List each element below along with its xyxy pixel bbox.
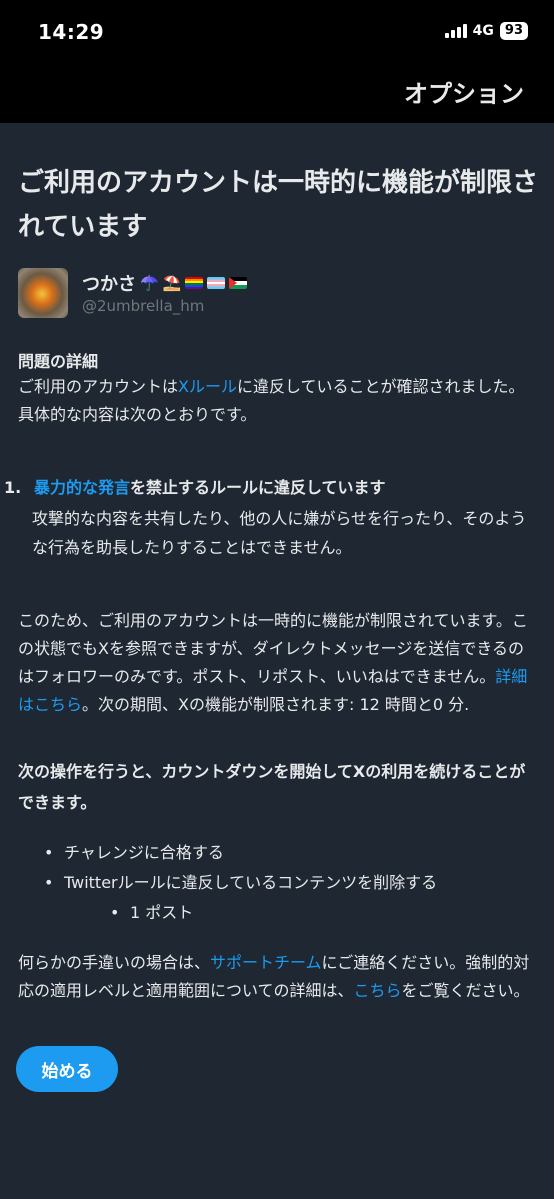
- violation-item: 1. 暴力的な発言を禁止するルールに違反しています 攻撃的な内容を共有したり、他…: [4, 476, 534, 562]
- user-handle: @2umbrella_hm: [82, 297, 205, 315]
- enforcement-info-link[interactable]: こちら: [354, 981, 402, 1000]
- user-card: つかさ ☂️ ⛱️ @2umbrella_hm: [18, 268, 248, 318]
- display-name: つかさ: [82, 274, 136, 295]
- page-title: ご利用のアカウントは一時的に機能が制限されています: [18, 168, 539, 242]
- violation-number: 1.: [4, 478, 22, 497]
- step-post-count: 1 ポスト: [18, 898, 538, 928]
- violation-title: を禁止するルールに違反しています: [130, 478, 386, 497]
- trans-flag-icon: [207, 277, 226, 289]
- network-type: 4G: [472, 23, 494, 39]
- violation-description: 攻撃的な内容を共有したり、他の人に嫌がらせを行ったり、そのような行為を助長したり…: [32, 509, 527, 557]
- violent-speech-link[interactable]: 暴力的な発言: [34, 478, 130, 497]
- action-heading: 次の操作を行うと、カウントダウンを開始してXの利用を続けることができます。: [18, 762, 526, 812]
- battery-icon: 93: [499, 22, 528, 40]
- step-delete-content: Twitterルールに違反しているコンテンツを削除する: [18, 868, 538, 898]
- support-team-link[interactable]: サポートチーム: [210, 953, 322, 972]
- x-rules-link[interactable]: Xルール: [178, 377, 237, 396]
- step-challenge: チャレンジに合格する: [18, 838, 538, 868]
- restriction-text: このため、ご利用のアカウントは一時的に機能が制限されています。この状態でもXを参…: [18, 611, 528, 714]
- umbrella-icon: ☂️: [140, 274, 159, 292]
- top-bar: 14:29 4G 93 オプション: [0, 0, 554, 123]
- details-intro: ご利用のアカウントはXルールに違反していることが確認されました。具体的な内容は次…: [18, 377, 525, 424]
- palestine-flag-icon: [229, 277, 248, 289]
- rainbow-flag-icon: [185, 277, 204, 289]
- status-indicators: 4G 93: [444, 22, 528, 40]
- start-button[interactable]: 始める: [16, 1046, 118, 1092]
- beach-umbrella-icon: ⛱️: [162, 274, 182, 292]
- signal-icon: [444, 24, 467, 38]
- steps-list: チャレンジに合格する Twitterルールに違反しているコンテンツを削除する 1…: [18, 838, 538, 928]
- options-button[interactable]: オプション: [404, 74, 524, 109]
- status-time: 14:29: [38, 20, 105, 44]
- avatar[interactable]: [18, 268, 68, 318]
- details-heading: 問題の詳細: [18, 352, 99, 371]
- support-text: 何らかの手違いの場合は、サポートチームにご連絡ください。強制的対応の適用レベルと…: [18, 953, 530, 1000]
